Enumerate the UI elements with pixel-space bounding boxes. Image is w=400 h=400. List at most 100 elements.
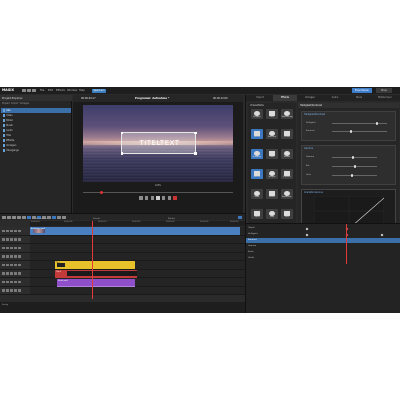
tab-effects[interactable]: Effekte [168,218,175,220]
pool-item[interactable]: Alle [1,108,71,113]
lock-icon[interactable] [10,272,13,275]
track-header[interactable] [0,244,30,253]
effect-tile[interactable]: Bewegung [251,149,263,159]
resize-handle[interactable] [120,131,123,134]
tab-import[interactable]: Import [248,95,272,101]
delete-icon[interactable] [22,215,26,219]
resize-handle[interactable] [194,131,197,134]
eye-icon[interactable] [14,272,17,275]
undo-icon[interactable] [12,215,16,219]
mute-icon[interactable] [2,255,5,258]
go-end-icon[interactable] [167,196,172,200]
menu-file[interactable]: File [40,89,44,92]
pool-item[interactable]: Titel [1,133,71,138]
track-lane[interactable] [30,252,245,261]
track-header[interactable] [0,286,30,295]
title-text[interactable]: TITELTEXT [122,139,197,147]
prev-frame-icon[interactable] [144,196,149,200]
keyframe-row[interactable]: Farbe [246,250,400,255]
fx-icon[interactable] [18,238,21,241]
lock-icon[interactable] [10,280,13,283]
track-header[interactable] [0,269,30,278]
track-header[interactable] [0,227,30,236]
effect-tile[interactable]: Objekt [251,209,263,219]
eye-icon[interactable] [14,246,17,249]
keyframe-row[interactable]: Kontrast [246,238,400,243]
menu-effects[interactable]: Effects [56,89,65,92]
solo-icon[interactable] [6,263,9,266]
title-object-box[interactable]: TITELTEXT [120,131,197,155]
keyframe-row[interactable]: Größe [246,256,400,261]
resize-handle[interactable] [194,152,197,155]
mute-icon[interactable] [2,229,5,232]
tab-store[interactable]: Store [348,95,370,101]
solo-icon[interactable] [6,246,9,249]
green-slider[interactable] [332,175,377,176]
track-lane[interactable] [30,235,245,244]
gamma-slider[interactable] [332,157,377,158]
mute-icon[interactable] [2,272,5,275]
track-header[interactable] [0,235,30,244]
pool-item[interactable]: Übergänge [1,148,71,153]
effect-tile[interactable]: Maske [251,189,263,199]
save-badge[interactable]: Speichern [92,88,106,93]
pool-item[interactable]: Audio [1,128,71,133]
redo-icon[interactable] [17,215,21,219]
track-header[interactable] [0,278,30,287]
tab-mobile-sync[interactable]: Mobile Sync [371,95,399,101]
solo-icon[interactable] [6,238,9,241]
pool-item[interactable]: Musik [1,123,71,128]
tab-edit[interactable]: Bearbeiten [36,218,47,220]
curve-graph[interactable] [314,196,384,226]
effect-tile[interactable]: Zuschnitt [281,169,293,179]
stop-icon[interactable] [150,196,155,200]
fx-icon[interactable] [18,289,21,292]
lock-icon[interactable] [10,238,13,241]
eye-icon[interactable] [14,229,17,232]
playhead[interactable] [92,221,93,299]
new-file-icon[interactable] [22,88,26,92]
solo-icon[interactable] [6,255,9,258]
video-clip[interactable]: Aufnahme.mp4 [30,227,240,235]
open-icon[interactable] [27,88,31,92]
track-header[interactable] [0,252,30,261]
mute-icon[interactable] [2,238,5,241]
mute-icon[interactable] [2,263,5,266]
eye-icon[interactable] [14,289,17,292]
effect-tile[interactable]: Rotation [251,169,263,179]
effect-tile[interactable]: Schärfe [281,129,293,139]
lock-icon[interactable] [10,289,13,292]
resize-handle[interactable] [120,152,123,155]
pool-tab-project[interactable]: Projekt [2,102,10,105]
effect-tile[interactable]: Farbe [266,109,278,119]
tab-effects[interactable]: Effekte [273,95,297,101]
fx-icon[interactable] [18,280,21,283]
effect-tile[interactable]: Form [266,209,278,219]
eye-icon[interactable] [14,238,17,241]
solo-icon[interactable] [6,289,9,292]
mute-icon[interactable] [2,246,5,249]
pool-tab-templates[interactable]: Vorlagen [20,102,30,105]
effect-tile[interactable]: Position [281,149,293,159]
effect-tile[interactable]: Helligkeit [251,109,263,119]
save-icon[interactable] [32,88,36,92]
section-title[interactable]: Helligkeit/Kontrast [304,113,325,116]
pointer-tool-icon[interactable] [2,215,6,219]
fx-icon[interactable] [18,246,21,249]
keyframe-marker[interactable] [305,233,309,236]
go-start-icon[interactable] [139,196,143,200]
zoom-label[interactable]: 100% [155,184,161,187]
menu-help[interactable]: Help [79,89,85,92]
scrub-bar[interactable] [73,190,243,194]
keyframe-marker[interactable] [305,227,309,230]
brightness-slider[interactable] [332,123,387,124]
menu-window[interactable]: Window [67,89,77,92]
tab-audio[interactable]: Audio [323,95,347,101]
timeline-ruler[interactable]: 00:00:00 00:00:05 00:00:10 00:00:15 00:0… [30,221,245,226]
solo-icon[interactable] [6,280,9,283]
cut-tool-icon[interactable] [7,215,11,219]
keyframe-playhead[interactable] [346,224,347,264]
eye-icon[interactable] [14,263,17,266]
keyframe-marker[interactable] [380,233,384,236]
effect-tile[interactable]: Mehr [281,209,293,219]
